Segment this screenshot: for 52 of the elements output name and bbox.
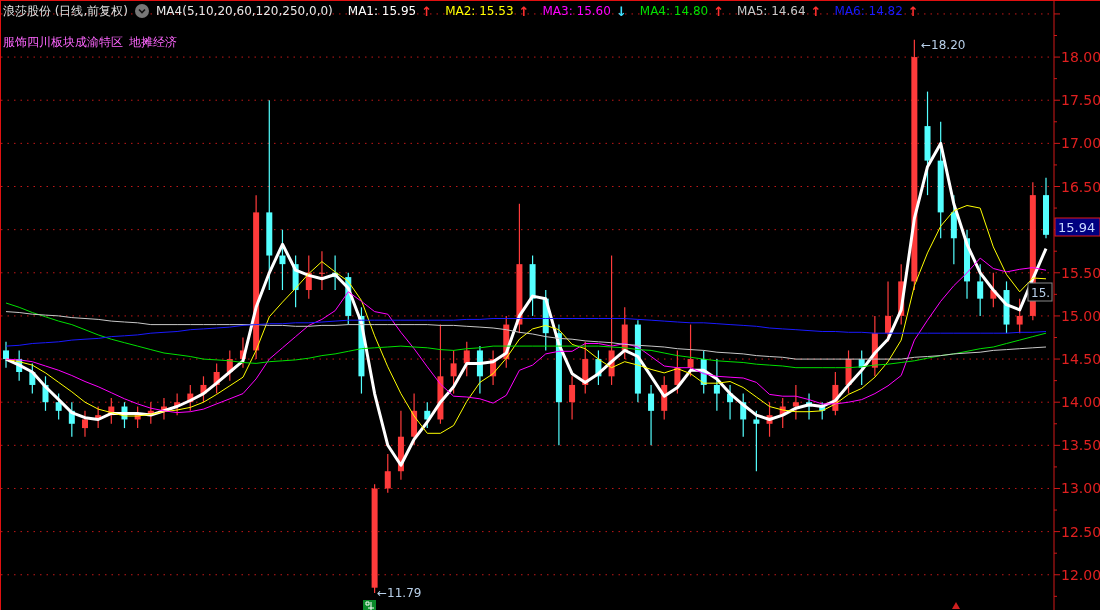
trend-arrow: ↑ (518, 3, 530, 19)
candlestick (318, 250, 325, 291)
average-reading: MA2: 15.53 (445, 4, 514, 18)
candlestick (463, 341, 470, 377)
high-price-label: ←18.20 (921, 38, 966, 52)
trend-arrow: ↑ (907, 3, 919, 19)
price-tick: 14.00 (1061, 394, 1100, 411)
candlestick (885, 280, 892, 343)
stock-title: 浪莎股份 (日线,前复权) (3, 2, 128, 20)
price-tick: 12.50 (1061, 523, 1100, 540)
trend-arrow: ↑ (810, 3, 822, 19)
candlestick (977, 263, 984, 317)
price-tick: 17.00 (1061, 135, 1100, 152)
average-reading: MA1: 15.95 (347, 4, 417, 18)
average-reading: MA6: 14.82 (834, 4, 903, 18)
price-tick: 17.50 (1061, 92, 1100, 109)
average-reading: MA3: 15.60 (542, 4, 611, 18)
candlestick (384, 453, 391, 494)
indicator-name: MA4(5,10,20,60,120,250,0,0) (156, 4, 333, 18)
price-tick: 13.50 (1061, 437, 1100, 454)
triangle-marker-icon (952, 602, 960, 609)
last-price-tag: 15.94 (1054, 217, 1100, 237)
candlestick (81, 410, 88, 438)
candlestick (55, 392, 62, 421)
price-tick: 15.00 (1061, 307, 1100, 324)
trend-arrow: ↑ (421, 3, 433, 19)
candlestick (279, 229, 286, 291)
price-tick: 16.50 (1061, 178, 1100, 195)
signal-marker-icon (363, 600, 376, 610)
price-tick: 12.00 (1061, 566, 1100, 583)
candlestick (753, 410, 760, 472)
chevron-down-icon[interactable] (135, 4, 149, 18)
sector-tag: 服饰四川板块成渝特区 (3, 34, 123, 51)
price-tick: 15.50 (1061, 264, 1100, 281)
price-tick: 13.00 (1061, 480, 1100, 497)
low-price-label: ←11.79 (377, 586, 422, 600)
candlestick (569, 375, 576, 421)
sector-tag: 地摊经济 (129, 34, 177, 51)
candlestick (450, 349, 457, 395)
candlestick (792, 384, 799, 421)
candlestick (1016, 298, 1023, 334)
candlestick (713, 358, 720, 412)
trend-arrow: ↓ (615, 3, 627, 19)
candlestick (648, 384, 655, 446)
candlestick (3, 341, 9, 369)
average-reading: MA4: 14.80 (639, 4, 709, 18)
price-tick: 18.00 (1061, 49, 1100, 66)
candlestick (687, 323, 694, 377)
average-reading: MA5: 14.64 (737, 4, 806, 18)
price-tick: 14.50 (1061, 351, 1100, 368)
trend-arrow: ↑ (713, 3, 725, 19)
price-marker-label: 15. (1027, 282, 1053, 302)
